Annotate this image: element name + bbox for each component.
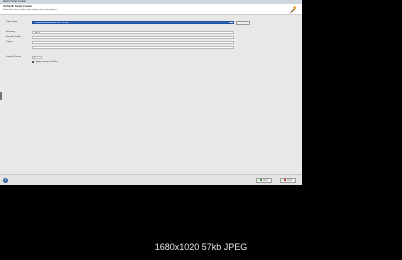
- help-icon[interactable]: ?: [3, 178, 8, 183]
- chevron-down-icon[interactable]: [229, 22, 233, 23]
- encoding-label: Encoding: [6, 31, 16, 33]
- save-label: Save: [263, 179, 268, 182]
- browse-button[interactable]: ...: [236, 21, 250, 25]
- video-input-dropdown[interactable]: I:\videos\capture\sample_clip_01.mpg: [32, 21, 234, 24]
- video-input-label: Video Input: [6, 21, 18, 23]
- apply-all-checkbox[interactable]: [32, 61, 34, 63]
- save-button[interactable]: Save: [256, 178, 272, 183]
- footer-bar: ? Save Close: [0, 174, 302, 185]
- extra-field[interactable]: [32, 46, 234, 49]
- profile-label: Encoder Profile: [6, 36, 21, 38]
- image-caption: 1680x1020 57kb JPEG: [154, 242, 248, 252]
- close-button[interactable]: Close: [280, 178, 296, 183]
- encoding-value: MPG: [35, 32, 40, 34]
- app-window: MeGUI Script Creator AviSynth Script Cre…: [0, 0, 302, 185]
- encoding-field[interactable]: MPG: [32, 31, 234, 34]
- close-icon: [283, 179, 286, 181]
- header-panel: AviSynth Script Creator Select the sourc…: [0, 4, 302, 15]
- profile-field[interactable]: [32, 36, 234, 39]
- side-handle[interactable]: [0, 92, 2, 100]
- threads-value: 4: [34, 57, 36, 59]
- video-input-value: I:\videos\capture\sample_clip_01.mpg: [35, 22, 69, 24]
- header-subtitle: Select the source video and configure th…: [3, 9, 57, 11]
- apply-all-label: Apply settings to all files: [36, 61, 58, 63]
- form-area: Video Input I:\videos\capture\sample_cli…: [0, 15, 302, 170]
- threads-stepper[interactable]: 4: [32, 56, 42, 59]
- close-label: Close: [286, 179, 293, 182]
- save-icon: [260, 179, 263, 181]
- wizard-logo-icon: [289, 5, 298, 13]
- output-field[interactable]: [32, 41, 234, 44]
- header-title: AviSynth Script Creator: [3, 5, 33, 8]
- output-label: Output: [6, 41, 13, 43]
- threads-label: Output Threads: [6, 56, 22, 58]
